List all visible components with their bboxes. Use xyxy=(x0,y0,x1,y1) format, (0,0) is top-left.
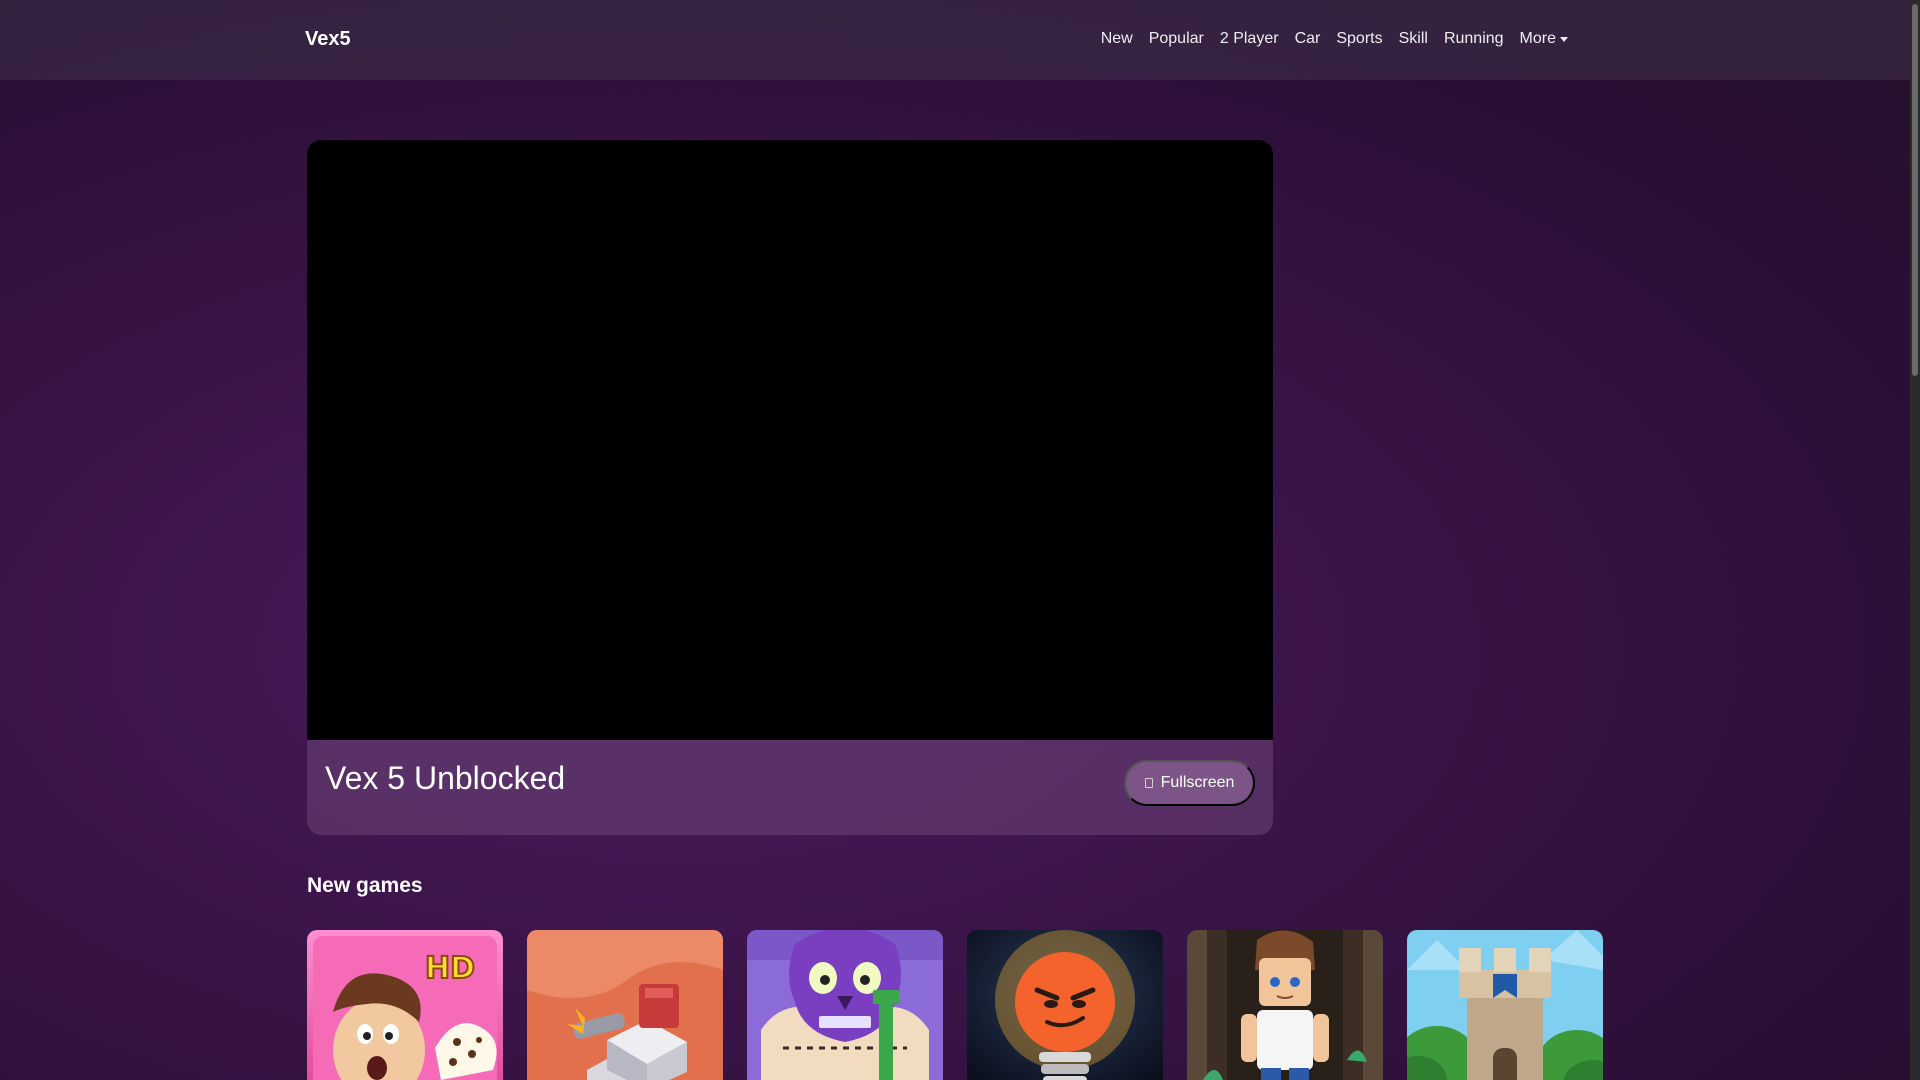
scrollbar-thumb[interactable] xyxy=(1912,4,1918,376)
nav-dropdown-more[interactable]: More xyxy=(1512,30,1576,48)
game-title: Vex 5 Unblocked xyxy=(325,760,566,796)
fullscreen-label: Fullscreen xyxy=(1160,774,1235,791)
nav-links: New Popular 2 Player Car Sports Skill Ru… xyxy=(1093,30,1576,48)
game-frame[interactable] xyxy=(307,140,1273,740)
top-navbar: Vex5 New Popular 2 Player Car Sports Ski… xyxy=(0,0,1910,80)
fullscreen-button[interactable]: Fullscreen xyxy=(1124,760,1255,806)
hd-badge-text: HD xyxy=(425,951,475,986)
caret-down-icon xyxy=(1560,36,1568,42)
papa-cupcake-hd-thumbnail-icon: HD xyxy=(307,930,503,1080)
game-thumbnail-turret[interactable] xyxy=(527,930,723,1080)
fullscreen-icon xyxy=(1144,778,1153,788)
nav-link-sports[interactable]: Sports xyxy=(1328,30,1390,48)
game-thumbnail-cupcake-hd[interactable]: HD xyxy=(307,930,503,1080)
castle-tower-thumbnail-icon xyxy=(1407,930,1603,1080)
purple-skull-shave-thumbnail-icon xyxy=(747,930,943,1080)
game-card: Vex 5 Unblocked Fullscreen xyxy=(307,140,1273,835)
page-scrollbar[interactable] xyxy=(1910,0,1920,1080)
turret-tower-thumbnail-icon xyxy=(527,930,723,1080)
game-thumbnail-castle[interactable] xyxy=(1407,930,1603,1080)
game-thumbnail-lightbulb[interactable] xyxy=(967,930,1163,1080)
new-games-heading: New games xyxy=(307,874,423,897)
blocky-boy-dungeon-thumbnail-icon xyxy=(1187,930,1383,1080)
angry-lightbulb-thumbnail-icon xyxy=(967,930,1163,1080)
game-thumbnail-blocky-boy[interactable] xyxy=(1187,930,1383,1080)
brand-logo-link[interactable]: Vex5 xyxy=(305,28,351,51)
game-thumbnail-skull[interactable] xyxy=(747,930,943,1080)
nav-link-2-player[interactable]: 2 Player xyxy=(1212,30,1287,48)
nav-more-label: More xyxy=(1519,30,1556,47)
nav-link-running[interactable]: Running xyxy=(1436,30,1512,48)
nav-link-popular[interactable]: Popular xyxy=(1141,30,1212,48)
new-games-list: HD xyxy=(307,930,1603,1080)
nav-link-car[interactable]: Car xyxy=(1287,30,1329,48)
nav-link-skill[interactable]: Skill xyxy=(1391,30,1436,48)
nav-link-new[interactable]: New xyxy=(1093,30,1141,48)
